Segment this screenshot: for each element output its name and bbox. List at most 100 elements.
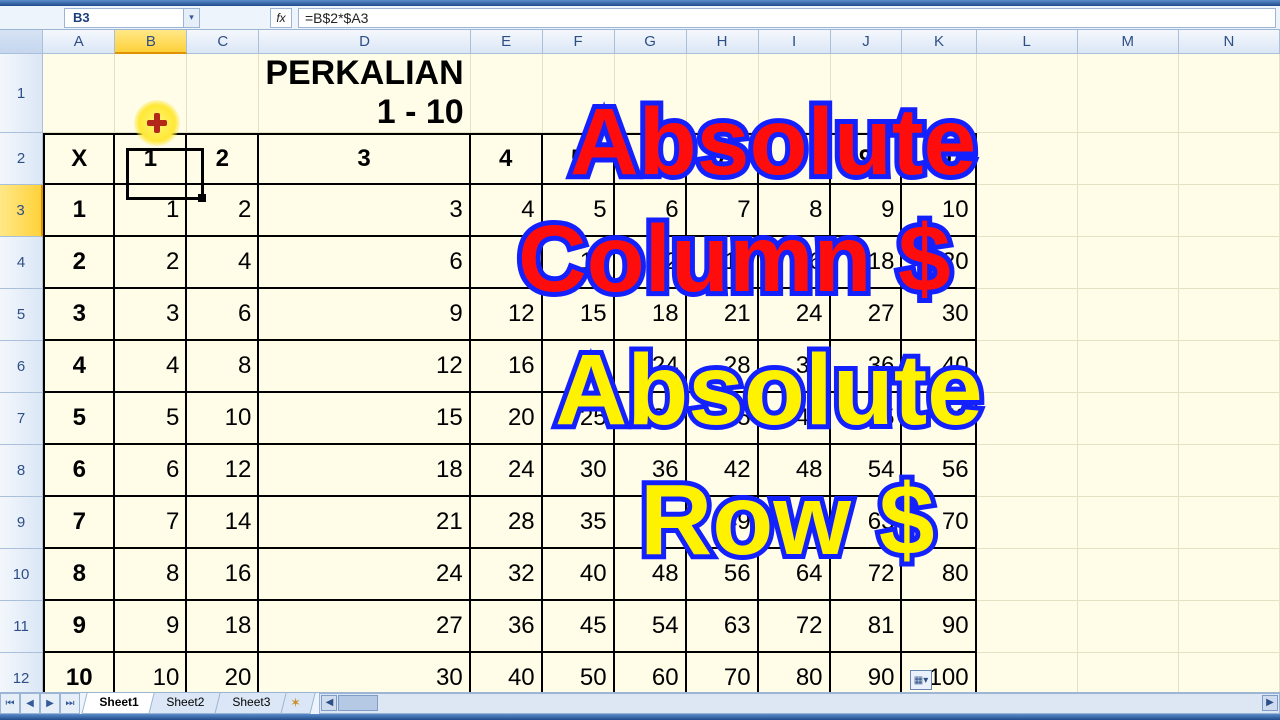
cell-B1[interactable] [115,54,187,133]
cell-E8[interactable]: 24 [471,445,543,497]
cell-G8[interactable]: 36 [615,445,687,497]
cell-A4[interactable]: 2 [43,237,115,289]
horizontal-scrollbar[interactable]: ◀ ▶ [319,693,1280,714]
row-header-11[interactable]: 11 [0,601,43,653]
cell-E2[interactable]: 4 [471,133,543,185]
fx-button[interactable]: fx [270,8,292,28]
cell-F2[interactable]: 5 [543,133,615,185]
column-header-J[interactable]: J [831,30,903,54]
cell-B11[interactable]: 9 [115,601,187,653]
cell-M3[interactable] [1078,185,1179,237]
row-header-2[interactable]: 2 [0,133,43,185]
cell-M4[interactable] [1078,237,1179,289]
cell-B9[interactable]: 7 [115,497,187,549]
cell-B3[interactable]: 1 [115,185,187,237]
scroll-left-arrow[interactable]: ◀ [321,695,337,711]
sheet-tab-sheet3[interactable]: Sheet3 [215,693,288,714]
cell-E5[interactable]: 12 [471,289,543,341]
cell-F11[interactable]: 45 [543,601,615,653]
row-header-6[interactable]: 6 [0,341,43,393]
cell-J9[interactable]: 63 [831,497,903,549]
cell-K10[interactable]: 80 [902,549,976,601]
scroll-thumb[interactable] [338,695,378,711]
cell-A10[interactable]: 8 [43,549,115,601]
cell-A5[interactable]: 3 [43,289,115,341]
cell-N12[interactable] [1179,653,1280,692]
cell-M8[interactable] [1078,445,1179,497]
cell-C12[interactable]: 20 [187,653,259,692]
cell-N2[interactable] [1179,133,1280,185]
column-header-B[interactable]: B [115,30,187,54]
cell-A1[interactable] [43,54,115,133]
autofill-options-icon[interactable]: ▦▾ [910,670,932,690]
cell-G1[interactable] [615,54,687,133]
cell-I1[interactable] [759,54,831,133]
column-header-I[interactable]: I [759,30,831,54]
column-header-D[interactable]: D [259,30,470,54]
cell-E12[interactable]: 40 [471,653,543,692]
cell-H4[interactable]: 14 [687,237,759,289]
cell-C9[interactable]: 14 [187,497,259,549]
cell-M6[interactable] [1078,341,1179,393]
cell-L4[interactable] [977,237,1078,289]
cell-G3[interactable]: 6 [615,185,687,237]
cell-F4[interactable]: 10 [543,237,615,289]
column-header-A[interactable]: A [43,30,115,54]
cell-G4[interactable]: 12 [615,237,687,289]
cell-J10[interactable]: 72 [831,549,903,601]
cell-L2[interactable] [977,133,1078,185]
cell-M2[interactable] [1078,133,1179,185]
cell-M12[interactable] [1078,653,1179,692]
cell-F10[interactable]: 40 [543,549,615,601]
cell-N7[interactable] [1179,393,1280,445]
cell-H11[interactable]: 63 [687,601,759,653]
column-header-H[interactable]: H [687,30,759,54]
name-box-dropdown[interactable]: ▾ [184,8,200,28]
cell-I7[interactable]: 40 [759,393,831,445]
cell-L10[interactable] [977,549,1078,601]
cell-K2[interactable]: 10 [902,133,976,185]
cell-F7[interactable]: 25 [543,393,615,445]
cell-M1[interactable] [1078,54,1179,133]
cell-H7[interactable]: 35 [687,393,759,445]
cell-N3[interactable] [1179,185,1280,237]
cell-G11[interactable]: 54 [615,601,687,653]
cell-C11[interactable]: 18 [187,601,259,653]
cell-D10[interactable]: 24 [259,549,470,601]
cell-D3[interactable]: 3 [259,185,470,237]
cell-K6[interactable]: 40 [902,341,976,393]
cell-D9[interactable]: 21 [259,497,470,549]
column-header-M[interactable]: M [1078,30,1179,54]
cell-L7[interactable] [977,393,1078,445]
cell-N1[interactable] [1179,54,1280,133]
cell-N5[interactable] [1179,289,1280,341]
cell-D12[interactable]: 30 [259,653,470,692]
cell-B4[interactable]: 2 [115,237,187,289]
cell-F12[interactable]: 50 [543,653,615,692]
cell-I11[interactable]: 72 [759,601,831,653]
cell-C8[interactable]: 12 [187,445,259,497]
cell-L1[interactable] [977,54,1078,133]
cell-A3[interactable]: 1 [43,185,115,237]
cell-D11[interactable]: 27 [259,601,470,653]
cell-N4[interactable] [1179,237,1280,289]
cell-D5[interactable]: 9 [259,289,470,341]
cell-H10[interactable]: 56 [687,549,759,601]
cell-I12[interactable]: 80 [759,653,831,692]
cell-E3[interactable]: 4 [471,185,543,237]
cell-N8[interactable] [1179,445,1280,497]
tab-nav-next[interactable]: ▶ [40,693,60,714]
cell-C5[interactable]: 6 [187,289,259,341]
row-header-7[interactable]: 7 [0,393,43,445]
cell-J5[interactable]: 27 [831,289,903,341]
cell-D6[interactable]: 12 [259,341,470,393]
cell-B2[interactable]: 1 [115,133,187,185]
cell-I6[interactable]: 32 [759,341,831,393]
tab-nav-first[interactable]: ⏮ [0,693,20,714]
cell-C4[interactable]: 4 [187,237,259,289]
cell-J12[interactable]: 90 [831,653,903,692]
cell-L8[interactable] [977,445,1078,497]
column-header-G[interactable]: G [615,30,687,54]
cell-M7[interactable] [1078,393,1179,445]
cell-A12[interactable]: 10 [43,653,115,692]
